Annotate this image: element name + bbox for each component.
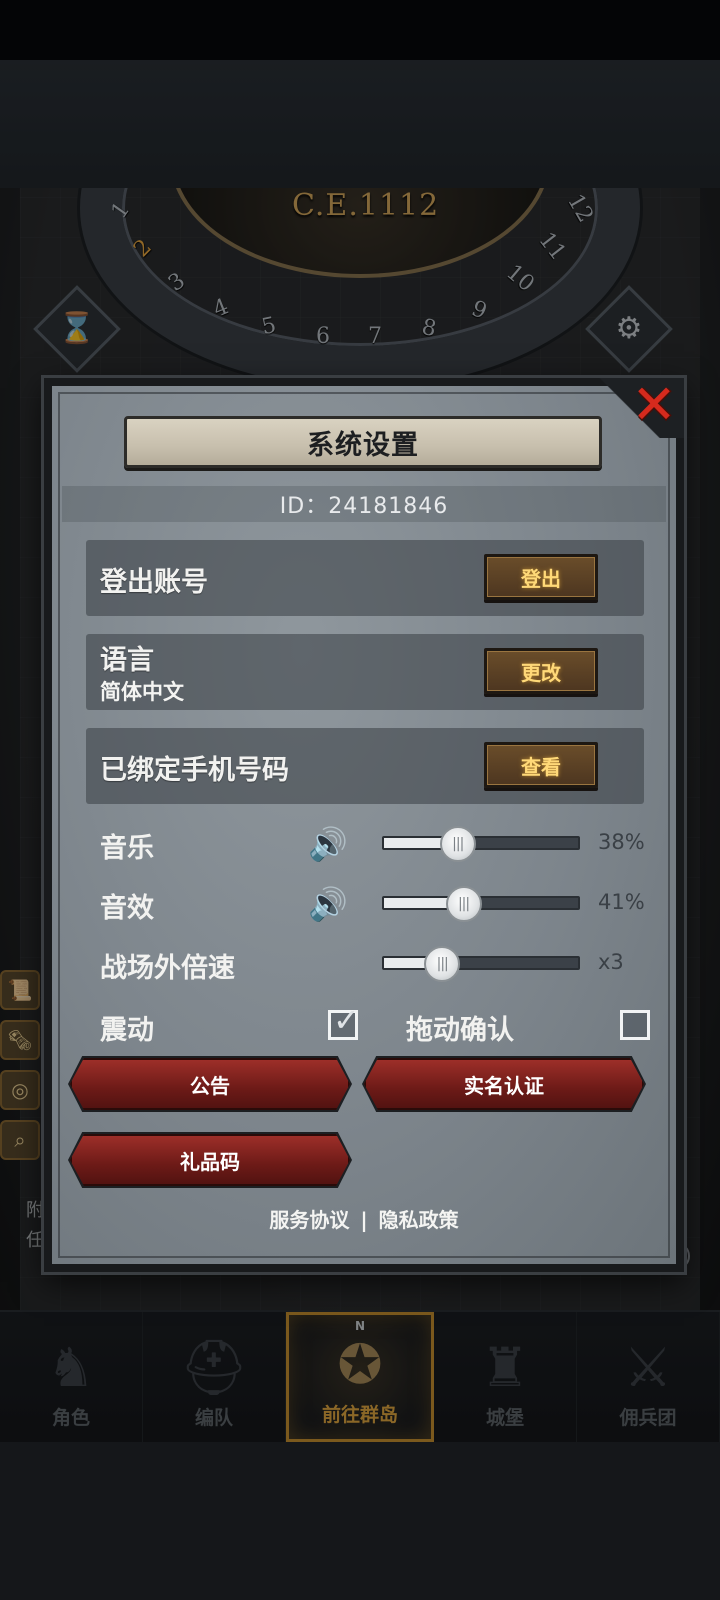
gift-code-button[interactable]: 礼品码 <box>70 1134 350 1186</box>
privacy-link[interactable]: 隐私政策 <box>379 1208 459 1232</box>
speed-slider[interactable]: ||| <box>382 946 580 982</box>
link-separator: | <box>360 1208 368 1232</box>
speaker-icon[interactable]: 🔊 <box>308 824 358 864</box>
view-phone-button[interactable]: 查看 <box>484 742 598 788</box>
language-row: 语言 简体中文 更改 <box>86 634 644 710</box>
dialog-title: 系统设置 <box>307 429 419 461</box>
close-icon: ✕ <box>631 373 677 436</box>
phone-label: 已绑定手机号码 <box>100 755 289 786</box>
sfx-label: 音效 <box>100 893 154 924</box>
music-label: 音乐 <box>100 833 154 864</box>
sfx-slider-handle[interactable]: ||| <box>445 886 482 922</box>
title-plate: 系统设置 <box>124 416 602 468</box>
sfx-value: 41% <box>598 890 645 914</box>
player-id: ID：24181846 <box>62 486 666 522</box>
footer-links: 服务协议 | 隐私政策 <box>52 1204 676 1233</box>
close-button[interactable]: ✕ <box>628 378 680 432</box>
phone-row: 已绑定手机号码 查看 <box>86 728 644 804</box>
drag-confirm-checkbox[interactable]: ✓ <box>620 1010 650 1040</box>
checkmark-icon: ✓ <box>333 1001 360 1039</box>
vibration-label: 震动 <box>100 1015 154 1046</box>
change-language-button[interactable]: 更改 <box>484 648 598 694</box>
sfx-slider[interactable]: ||| <box>382 886 580 922</box>
current-language: 简体中文 <box>100 680 184 704</box>
music-slider-handle[interactable]: ||| <box>439 826 476 862</box>
speed-value: x3 <box>598 950 624 974</box>
vibration-checkbox[interactable]: ✓ <box>328 1001 360 1040</box>
logout-label: 登出账号 <box>100 567 208 598</box>
terms-link[interactable]: 服务协议 <box>269 1208 349 1232</box>
speed-slider-handle[interactable]: ||| <box>424 946 461 982</box>
notice-button[interactable]: 公告 <box>70 1058 350 1110</box>
speed-label: 战场外倍速 <box>100 953 235 984</box>
logout-button[interactable]: 登出 <box>484 554 598 600</box>
realname-button[interactable]: 实名认证 <box>364 1058 644 1110</box>
toggle-row: 震动 ✓ 拖动确认 ✓ <box>86 1001 656 1048</box>
music-slider[interactable]: ||| <box>382 826 580 862</box>
speed-row: 战场外倍速 ||| x3 <box>86 944 656 984</box>
logout-row: 登出账号 登出 <box>86 540 644 616</box>
language-label: 语言 <box>100 645 154 676</box>
music-row: 音乐 🔊 ||| 38% <box>86 824 656 864</box>
music-value: 38% <box>598 830 645 854</box>
sfx-row: 音效 🔊 ||| 41% <box>86 884 656 924</box>
status-bar-area <box>0 0 720 60</box>
drag-confirm-label: 拖动确认 <box>406 1015 514 1046</box>
system-nav-area <box>0 1442 720 1600</box>
settings-dialog: 系统设置 ID：24181846 登出账号 登出 语言 简体中文 更改 已绑定手… <box>44 378 684 1272</box>
speaker-icon[interactable]: 🔊 <box>308 884 358 924</box>
